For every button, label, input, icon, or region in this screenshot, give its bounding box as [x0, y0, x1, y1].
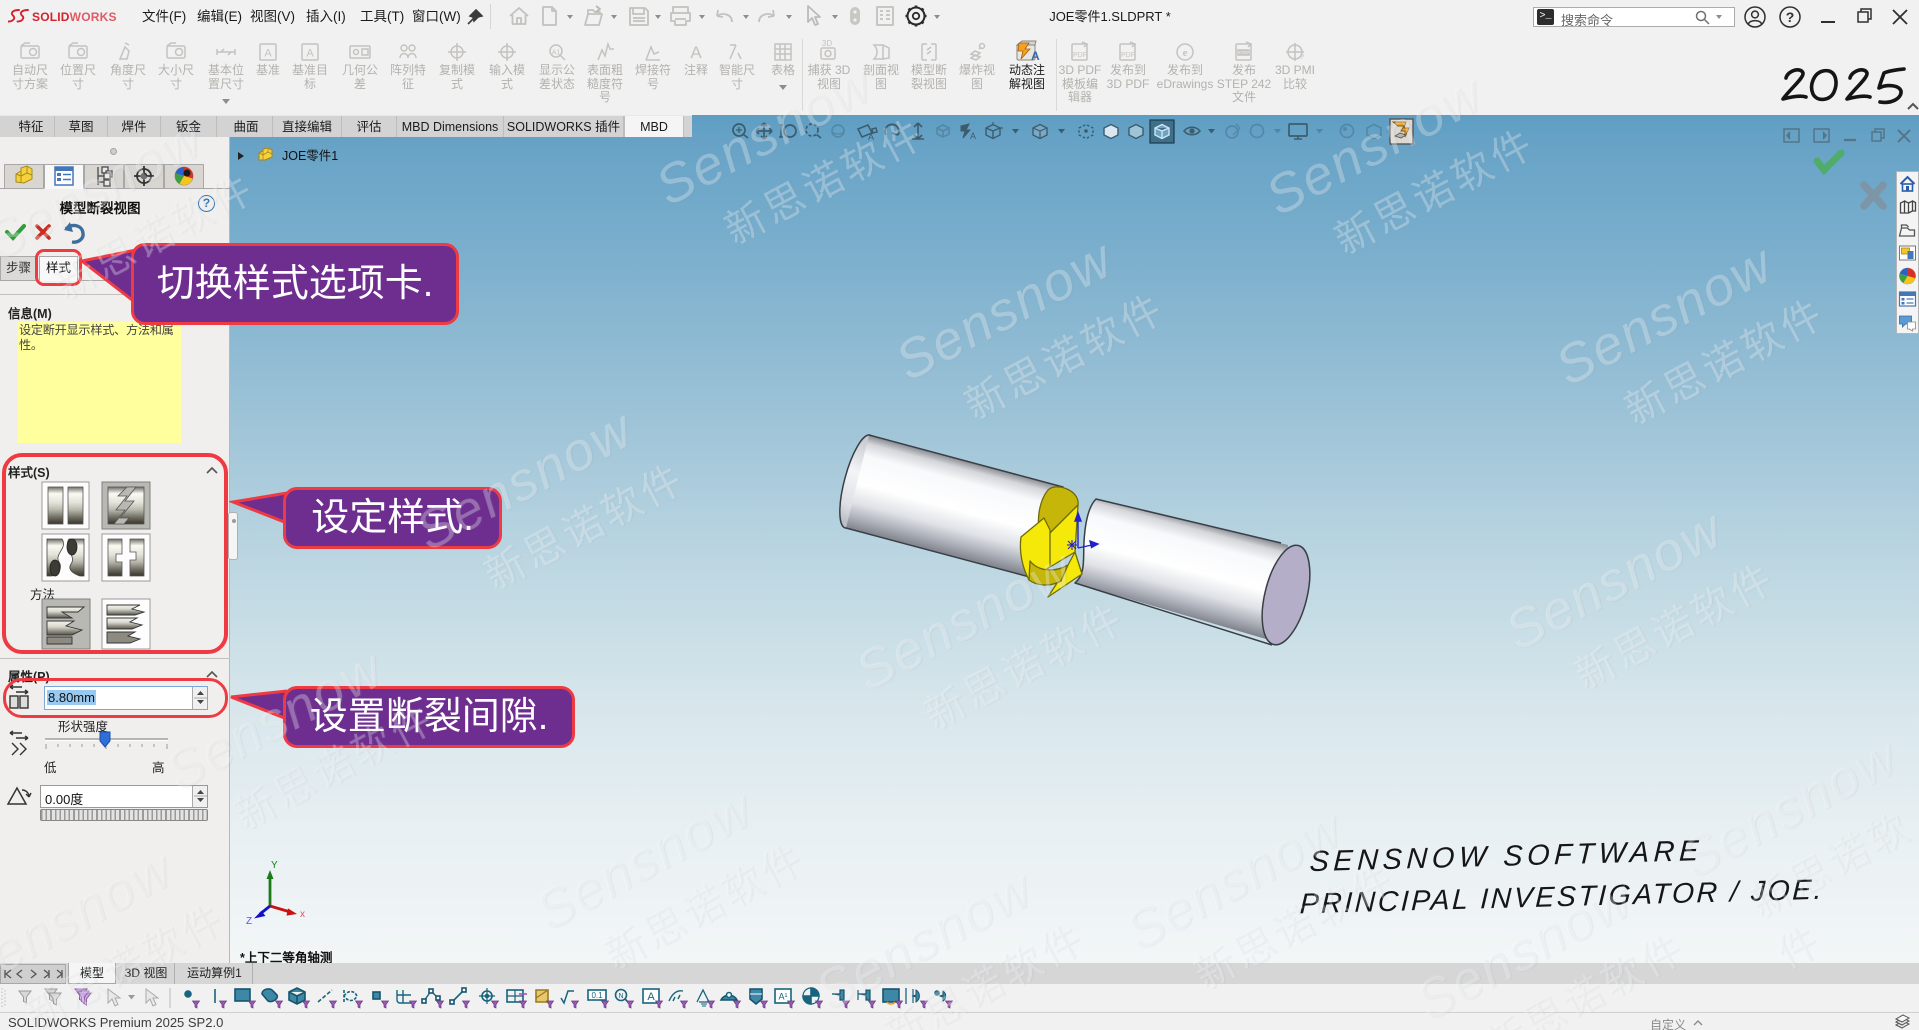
svg-text:0.1: 0.1 [591, 991, 603, 1000]
svg-text:x: x [300, 909, 305, 920]
svg-text:Z: Z [246, 916, 252, 927]
svg-text:N: N [618, 993, 623, 1000]
svg-text:?: ? [1786, 9, 1795, 25]
svg-text:A: A [647, 991, 655, 1003]
svg-text:SENSNOW SOFTWARE: SENSNOW SOFTWARE [1309, 835, 1704, 878]
svg-text:PRINCIPAL INVESTIGATOR / JO: PRINCIPAL INVESTIGATOR / JOE. [1300, 874, 1825, 921]
svg-text:Y: Y [271, 860, 278, 871]
svg-text:A: A [690, 43, 702, 62]
svg-text:A¹: A¹ [779, 992, 788, 1002]
svg-text:A: A [1031, 49, 1040, 63]
